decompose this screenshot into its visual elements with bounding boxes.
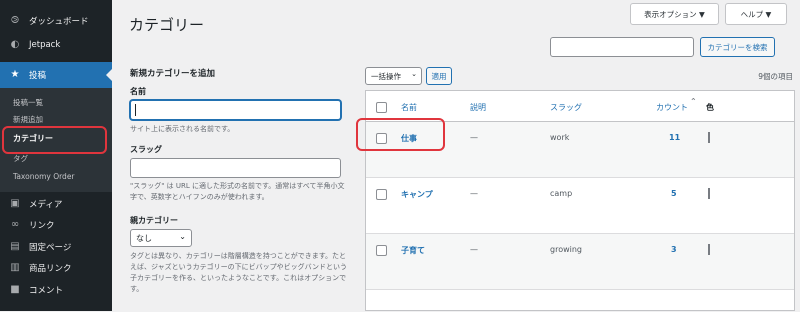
help-button[interactable]: ヘルプ ▼ xyxy=(725,3,787,25)
category-description: — xyxy=(470,245,478,254)
category-search-input[interactable] xyxy=(550,37,694,57)
name-help-text: サイト上に表示される名前です。 xyxy=(130,125,235,133)
parent-help-text: タグとは異なり、カテゴリーは階層構造を持つことができます。たとえば、ジャズという… xyxy=(130,252,347,293)
chevron-down-icon: ⌄ xyxy=(179,232,186,241)
category-name-link[interactable]: 子育て xyxy=(401,245,425,256)
menu-links-label: リンク xyxy=(29,221,55,231)
highlight-box-categories-menu xyxy=(2,126,107,154)
menu-media-label: メディア xyxy=(29,200,63,210)
select-all-checkbox[interactable] xyxy=(376,102,387,113)
category-color-swatch xyxy=(708,244,710,255)
sort-indicator-icon: ⌃ xyxy=(690,97,697,106)
category-slug: growing xyxy=(550,245,582,254)
slug-help-text: "スラッグ" は URL に適した形式の名前です。通常はすべて半角小文字で、英数… xyxy=(130,182,345,201)
link-icon: ∞ xyxy=(10,219,20,230)
media-icon: ▣ xyxy=(10,198,20,209)
menu-dashboard[interactable]: ⧁ ダッシュボード xyxy=(0,13,112,29)
menu-posts[interactable]: ★ 投稿 xyxy=(0,62,112,88)
submenu-add-new[interactable]: 新規追加 xyxy=(13,114,43,125)
text-caret xyxy=(135,104,136,116)
admin-sidebar: ⧁ ダッシュボード ◐ Jetpack ★ 投稿 投稿一覧 新規追加 カテゴリー… xyxy=(0,0,112,311)
category-description: — xyxy=(470,133,478,142)
menu-links[interactable]: ∞ リンク xyxy=(0,217,112,233)
main-content: カテゴリー 表示オプション ▼ ヘルプ ▼ カテゴリーを検索 新規カテゴリーを追… xyxy=(112,0,800,311)
pin-icon: ★ xyxy=(10,69,20,80)
submenu-all-posts[interactable]: 投稿一覧 xyxy=(13,97,43,108)
product-link-icon: ▥ xyxy=(10,262,20,273)
menu-comments-label: コメント xyxy=(29,286,64,296)
menu-posts-label: 投稿 xyxy=(29,71,47,81)
page-icon: ▤ xyxy=(10,241,20,252)
category-description: — xyxy=(470,189,478,198)
parent-category-select[interactable]: なし ⌄ xyxy=(130,229,192,247)
category-slug: camp xyxy=(550,189,573,198)
menu-comments[interactable]: ■ コメント xyxy=(0,282,112,298)
screen-options-button[interactable]: 表示オプション ▼ xyxy=(630,3,719,25)
category-slug-field[interactable] xyxy=(130,158,341,178)
jetpack-icon: ◐ xyxy=(10,39,20,50)
row-checkbox[interactable] xyxy=(376,245,387,256)
menu-pages-label: 固定ページ xyxy=(29,243,72,253)
submenu-tags[interactable]: タグ xyxy=(13,153,28,164)
parent-category-value: なし xyxy=(136,233,152,243)
bulk-action-value: 一括操作 xyxy=(371,71,401,81)
category-color-swatch xyxy=(708,188,710,199)
page-title: カテゴリー xyxy=(129,16,205,34)
menu-product-links-label: 商品リンク xyxy=(29,264,72,274)
bulk-action-select[interactable]: 一括操作 ⌄ xyxy=(365,67,422,85)
table-row xyxy=(366,290,794,312)
comment-icon: ■ xyxy=(10,284,20,295)
column-count-header[interactable]: カウント xyxy=(656,102,688,113)
dashboard-icon: ⧁ xyxy=(11,15,19,26)
parent-category-label: 親カテゴリー xyxy=(130,216,178,225)
category-color-swatch xyxy=(708,132,710,143)
category-name-field[interactable] xyxy=(130,100,341,120)
category-slug: work xyxy=(550,133,570,142)
search-categories-button[interactable]: カテゴリーを検索 xyxy=(700,37,775,57)
column-color-header: 色 xyxy=(706,103,714,112)
column-name-header[interactable]: 名前 xyxy=(401,102,417,113)
table-row: 子育て — growing 3 xyxy=(366,234,794,290)
menu-product-links[interactable]: ▥ 商品リンク xyxy=(0,260,112,276)
add-category-heading: 新規カテゴリーを追加 xyxy=(130,69,216,79)
category-count-link[interactable]: 5 xyxy=(671,189,677,198)
menu-pages[interactable]: ▤ 固定ページ xyxy=(0,239,112,255)
apply-button[interactable]: 適用 xyxy=(426,67,452,85)
chevron-down-icon: ⌄ xyxy=(411,70,417,78)
menu-dashboard-label: ダッシュボード xyxy=(29,17,89,27)
slug-label: スラッグ xyxy=(130,145,162,154)
category-count-link[interactable]: 3 xyxy=(671,245,677,254)
submenu-taxonomy-order[interactable]: Taxonomy Order xyxy=(13,172,75,181)
table-row: キャンプ — camp 5 xyxy=(366,178,794,234)
row-checkbox[interactable] xyxy=(376,189,387,200)
menu-jetpack[interactable]: ◐ Jetpack xyxy=(0,37,112,53)
highlight-box-first-category xyxy=(356,118,445,151)
column-slug-header[interactable]: スラッグ xyxy=(550,102,582,113)
category-count-link[interactable]: 11 xyxy=(669,133,680,142)
menu-jetpack-label: Jetpack xyxy=(29,40,61,50)
column-description-header[interactable]: 説明 xyxy=(470,102,486,113)
name-label: 名前 xyxy=(130,87,146,96)
item-count: 9個の項目 xyxy=(758,72,793,81)
menu-media[interactable]: ▣ メディア xyxy=(0,196,112,212)
category-name-link[interactable]: キャンプ xyxy=(401,189,433,200)
